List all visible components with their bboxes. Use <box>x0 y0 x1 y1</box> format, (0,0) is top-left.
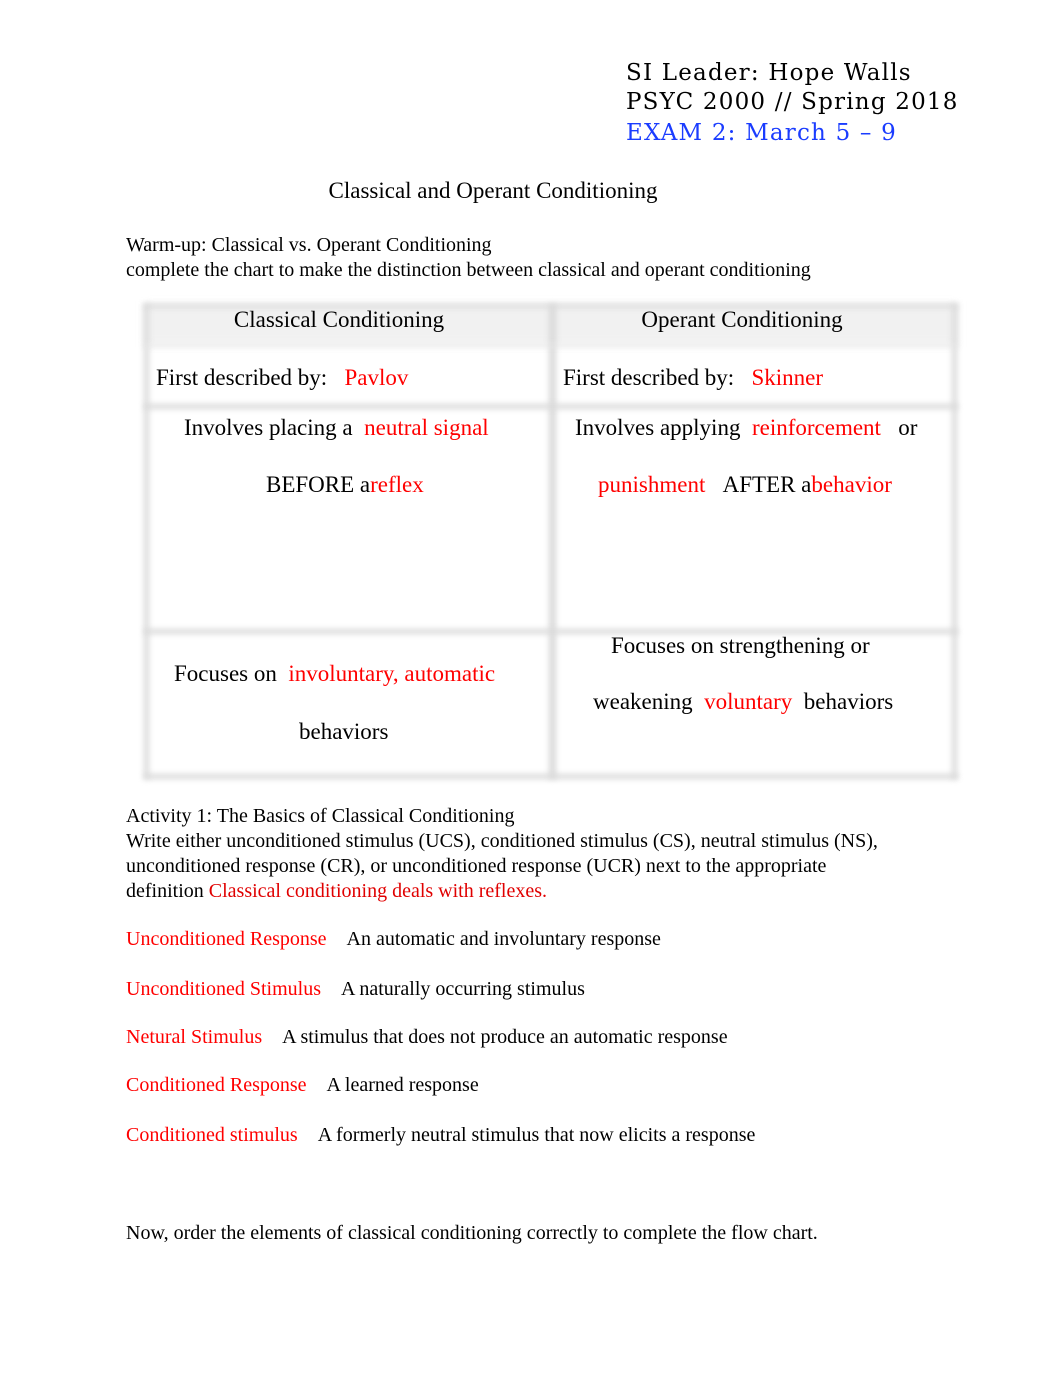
definition-row: Conditioned Response A learned response <box>126 1074 479 1097</box>
focus-suffix: behaviors <box>803 689 894 714</box>
definition-text: A naturally occurring stimulus <box>341 978 585 1000</box>
operant-described-by: First described by: Skinner <box>563 365 823 391</box>
classical-involves: Involves placing a neutral signal <box>184 415 489 441</box>
definition-row: Unconditioned Response An automatic and … <box>126 928 661 951</box>
definition-answer: Netural Stimulus <box>126 1026 263 1048</box>
definition-row: Conditioned stimulus A formerly neutral … <box>126 1124 755 1147</box>
table-column-divider <box>549 304 556 779</box>
described-label: First described by: <box>156 365 328 390</box>
before-answer: reflex <box>370 472 424 497</box>
described-answer: Pavlov <box>344 365 409 390</box>
after-answer: behavior <box>811 472 892 497</box>
activity1-heading: Activity 1: The Basics of Classical Cond… <box>126 805 515 827</box>
operant-after: punishment AFTER abehavior <box>598 472 892 498</box>
definition-text: A learned response <box>326 1074 479 1096</box>
activity1-instructions-line1: Write either unconditioned stimulus (UCS… <box>126 830 878 852</box>
classical-before: BEFORE areflex <box>266 472 424 498</box>
before-prefix: BEFORE a <box>266 472 371 497</box>
activity1-note: Classical conditioning deals with reflex… <box>208 880 548 902</box>
classical-focus: Focuses on involuntary, automatic <box>174 661 495 687</box>
definition-answer: Conditioned Response <box>126 1074 307 1096</box>
focus-prefix: weakening <box>593 689 693 714</box>
classical-focus-suffix: behaviors <box>299 719 389 744</box>
involves-or: or <box>898 415 918 440</box>
definition-answer: Unconditioned Stimulus <box>126 978 321 1000</box>
operant-focus-line2: weakening voluntary behaviors <box>593 689 893 715</box>
definition-row: Netural Stimulus A stimulus that does no… <box>126 1026 728 1049</box>
column-header-operant: Operant Conditioning <box>641 307 843 332</box>
definition-text: A formerly neutral stimulus that now eli… <box>317 1124 756 1146</box>
table-row-divider <box>144 344 958 347</box>
definition-answer: Conditioned stimulus <box>126 1124 298 1146</box>
after-prefix: AFTER a <box>722 472 812 497</box>
activity1-instructions-line2: unconditioned response (CR), or uncondit… <box>126 855 827 877</box>
described-label: First described by: <box>563 365 735 390</box>
flowchart-prompt: Now, order the elements of classical con… <box>126 1222 818 1244</box>
involves-prefix: Involves applying <box>575 415 741 440</box>
activity1-instructions-line3: definition Classical conditioning deals … <box>126 880 547 903</box>
warmup-heading: Warm-up: Classical vs. Operant Condition… <box>126 234 492 256</box>
involves-answer-punishment: punishment <box>598 472 706 497</box>
definition-text: An automatic and involuntary response <box>346 928 661 950</box>
table-row-divider <box>144 404 958 409</box>
involves-prefix: Involves placing a <box>184 415 353 440</box>
operant-involves: Involves applying reinforcement or <box>575 415 917 441</box>
involves-answer: neutral signal <box>364 415 489 440</box>
page-title: Classical and Operant Conditioning <box>328 178 658 203</box>
focus-answer: involuntary, automatic <box>288 661 496 686</box>
focus-answer: voluntary <box>704 689 793 714</box>
instructions-text: definition <box>126 880 204 902</box>
table-border-left <box>144 304 149 779</box>
operant-focus-line1: Focuses on strengthening or <box>611 633 870 658</box>
classical-described-by: First described by: Pavlov <box>156 365 408 391</box>
column-header-classical: Classical Conditioning <box>233 307 445 332</box>
focus-prefix: Focuses on <box>174 661 277 686</box>
table-border-right <box>952 304 957 779</box>
definition-text: A stimulus that does not produce an auto… <box>282 1026 728 1048</box>
course-term: PSYC 2000 // Spring 2018 <box>626 89 959 115</box>
warmup-instructions: complete the chart to make the distincti… <box>126 259 811 281</box>
involves-answer-reinforcement: reinforcement <box>751 415 881 440</box>
si-leader: SI Leader: Hope Walls <box>626 60 912 86</box>
definition-row: Unconditioned Stimulus A naturally occur… <box>126 978 585 1001</box>
exam-dates: EXAM 2: March 5 – 9 <box>626 120 897 146</box>
described-answer: Skinner <box>751 365 824 390</box>
definition-answer: Unconditioned Response <box>126 928 327 950</box>
